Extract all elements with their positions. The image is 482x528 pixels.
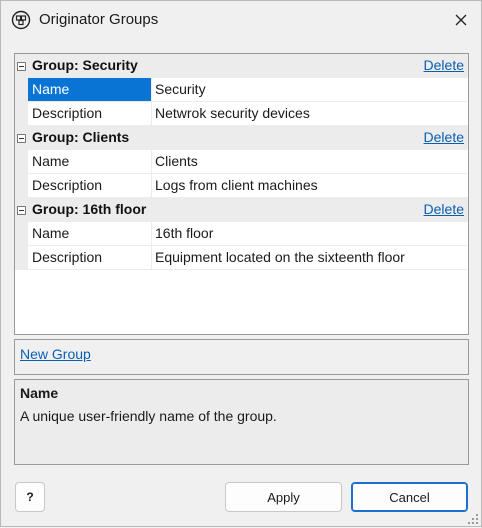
title-bar: Originator Groups: [1, 1, 481, 39]
close-button[interactable]: [447, 7, 475, 33]
property-name[interactable]: Name: [28, 150, 152, 173]
property-value[interactable]: Equipment located on the sixteenth floor: [152, 246, 468, 269]
collapse-minus-icon[interactable]: [17, 134, 26, 143]
help-title: Name: [20, 385, 59, 401]
window-title: Originator Groups: [39, 11, 159, 28]
property-name[interactable]: Name: [28, 222, 152, 245]
help-button[interactable]: ?: [15, 482, 45, 512]
property-name[interactable]: Description: [28, 102, 152, 125]
property-name[interactable]: Description: [28, 246, 152, 269]
new-group-link[interactable]: New Group: [20, 346, 91, 362]
group-title: Group: Security: [32, 57, 138, 73]
row-gutter: [15, 78, 28, 101]
help-text: A unique user-friendly name of the group…: [20, 408, 277, 424]
property-row: Name Security: [15, 78, 468, 102]
apply-button[interactable]: Apply: [225, 482, 342, 512]
delete-group-link[interactable]: Delete: [424, 129, 464, 145]
row-gutter: [15, 246, 28, 269]
group-header-clients: Group: Clients Delete: [15, 126, 468, 150]
row-gutter: [15, 102, 28, 125]
property-row: Description Netwrok security devices: [15, 102, 468, 126]
group-header-security: Group: Security Delete: [15, 54, 468, 78]
property-grid[interactable]: Group: Security Delete Name Security Des…: [14, 53, 469, 335]
property-value[interactable]: Netwrok security devices: [152, 102, 468, 125]
collapse-minus-icon[interactable]: [17, 62, 26, 71]
property-grid-content: Group: Security Delete Name Security Des…: [15, 54, 468, 270]
dialog-window: Originator Groups Group: Security Delete…: [0, 0, 482, 527]
delete-group-link[interactable]: Delete: [424, 201, 464, 217]
property-row: Name 16th floor: [15, 222, 468, 246]
delete-group-link[interactable]: Delete: [424, 57, 464, 73]
row-gutter: [15, 174, 28, 197]
property-value[interactable]: 16th floor: [152, 222, 468, 245]
row-gutter: [15, 222, 28, 245]
group-title: Group: Clients: [32, 129, 130, 145]
property-value[interactable]: Clients: [152, 150, 468, 173]
property-row: Description Equipment located on the six…: [15, 246, 468, 270]
collapse-minus-icon[interactable]: [17, 206, 26, 215]
property-row: Name Clients: [15, 150, 468, 174]
group-header-16th-floor: Group: 16th floor Delete: [15, 198, 468, 222]
resize-grip-icon[interactable]: [467, 512, 479, 524]
new-group-panel: New Group: [14, 339, 469, 375]
property-value[interactable]: Logs from client machines: [152, 174, 468, 197]
row-gutter: [15, 150, 28, 173]
property-name[interactable]: Description: [28, 174, 152, 197]
close-icon: [455, 14, 467, 26]
help-panel: Name A unique user-friendly name of the …: [14, 379, 469, 465]
cancel-button[interactable]: Cancel: [351, 482, 468, 512]
group-title: Group: 16th floor: [32, 201, 147, 217]
property-row: Description Logs from client machines: [15, 174, 468, 198]
originator-groups-icon: [11, 10, 31, 30]
property-value[interactable]: Security: [152, 78, 468, 101]
property-name[interactable]: Name: [28, 78, 152, 101]
